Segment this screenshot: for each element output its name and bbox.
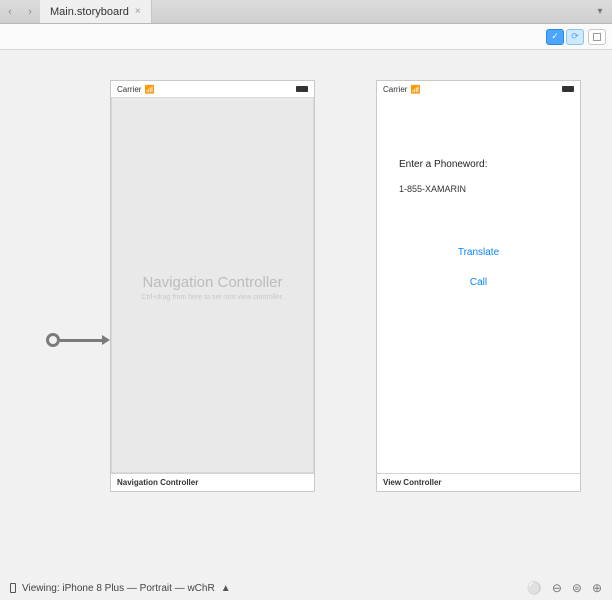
tab-bar: ‹ › Main.storyboard × ▾ bbox=[0, 0, 612, 24]
zoom-controls: ⚪ ⊖ ⊜ ⊕ bbox=[527, 581, 602, 595]
phoneword-input[interactable] bbox=[399, 179, 568, 199]
designer-toolbar: ✓ ⟳ bbox=[0, 24, 612, 50]
battery-icon bbox=[562, 86, 574, 92]
tab-label: Main.storyboard bbox=[50, 6, 129, 18]
device-icon bbox=[10, 583, 16, 593]
nav-controller-hint: Ctrl+drag from here to set root view con… bbox=[112, 294, 313, 301]
zoom-in-button[interactable]: ⊕ bbox=[592, 581, 602, 595]
segue-line bbox=[60, 339, 102, 342]
tab-main-storyboard[interactable]: Main.storyboard × bbox=[40, 0, 152, 23]
scene-footer-label: Navigation Controller bbox=[111, 473, 314, 491]
battery-icon bbox=[296, 86, 308, 92]
nav-controller-body: Navigation Controller Ctrl+drag from her… bbox=[111, 97, 314, 473]
initial-scene-arrow[interactable] bbox=[46, 333, 110, 347]
entry-point-icon bbox=[46, 333, 60, 347]
viewing-device: iPhone 8 Plus — Portrait — wChR bbox=[62, 583, 214, 594]
nav-back-button[interactable]: ‹ bbox=[0, 0, 20, 23]
close-icon[interactable]: × bbox=[135, 6, 141, 17]
constraints-on-icon: ✓ bbox=[546, 29, 564, 45]
simulated-status-bar: Carrier bbox=[111, 81, 314, 97]
nav-controller-title: Navigation Controller bbox=[112, 274, 313, 291]
carrier-label: Carrier bbox=[117, 85, 154, 94]
viewing-label[interactable]: Viewing: iPhone 8 Plus — Portrait — wChR bbox=[22, 583, 215, 594]
call-button[interactable]: Call bbox=[377, 277, 580, 288]
nav-forward-button[interactable]: › bbox=[20, 0, 40, 23]
outline-icon bbox=[593, 33, 601, 41]
translate-button[interactable]: Translate bbox=[377, 247, 580, 258]
scene-navigation-controller[interactable]: Carrier Navigation Controller Ctrl+drag … bbox=[110, 80, 315, 492]
designer-status-bar: Viewing: iPhone 8 Plus — Portrait — wChR… bbox=[0, 576, 612, 600]
warning-icon[interactable]: ▲ bbox=[221, 583, 231, 594]
arrow-right-icon bbox=[102, 335, 110, 345]
constraints-update-icon: ⟳ bbox=[566, 29, 584, 45]
wifi-icon bbox=[141, 85, 154, 94]
zoom-actual-button[interactable]: ⊜ bbox=[572, 581, 582, 595]
view-controller-body: Enter a Phoneword: Translate Call bbox=[377, 97, 580, 473]
carrier-label: Carrier bbox=[383, 85, 420, 94]
tab-overflow-button[interactable]: ▾ bbox=[588, 0, 612, 23]
zoom-fit-button[interactable]: ⚪ bbox=[527, 581, 542, 595]
phoneword-label: Enter a Phoneword: bbox=[399, 159, 487, 170]
scene-view-controller[interactable]: Carrier Enter a Phoneword: Translate Cal… bbox=[376, 80, 581, 492]
simulated-status-bar: Carrier bbox=[377, 81, 580, 97]
zoom-out-button[interactable]: ⊖ bbox=[552, 581, 562, 595]
wifi-icon bbox=[407, 85, 420, 94]
storyboard-canvas[interactable]: Carrier Navigation Controller Ctrl+drag … bbox=[0, 50, 612, 576]
viewing-prefix: Viewing: bbox=[22, 583, 62, 594]
outline-toggle-button[interactable] bbox=[588, 29, 606, 45]
scene-footer-label: View Controller bbox=[377, 473, 580, 491]
constraint-mode-toggle[interactable]: ✓ ⟳ bbox=[546, 29, 584, 45]
tabbar-spacer bbox=[152, 0, 588, 23]
